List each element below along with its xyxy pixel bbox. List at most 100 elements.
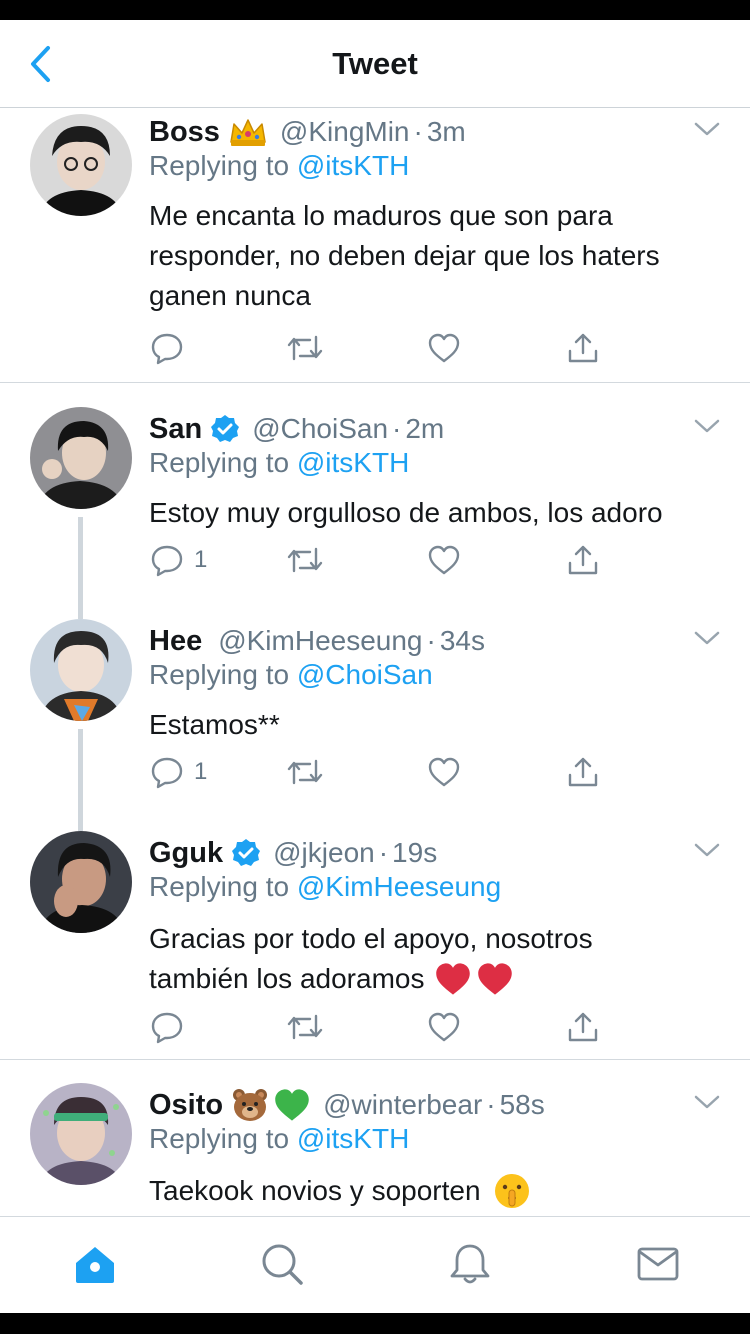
handle[interactable]: @ChoiSan — [252, 413, 388, 445]
bear-heart-emoji — [231, 1087, 311, 1123]
chevron-down-icon — [694, 631, 720, 645]
separator: · — [413, 116, 423, 147]
avatar[interactable] — [30, 407, 132, 509]
display-name[interactable]: San — [149, 413, 202, 446]
separator: · — [392, 413, 402, 444]
handle[interactable]: @KingMin — [280, 116, 410, 148]
tab-home[interactable] — [70, 1239, 120, 1289]
home-indicator-bar — [0, 1313, 750, 1334]
bell-icon — [450, 1244, 490, 1284]
replying-to-link[interactable]: @itsKTH — [297, 447, 409, 478]
header: Tweet — [0, 20, 750, 108]
verified-badge — [231, 838, 261, 868]
share-button[interactable] — [566, 1007, 600, 1047]
reply-icon — [151, 757, 183, 789]
tweet[interactable]: Gguk @jkjeon · 19s Replying to @KimHeese… — [0, 819, 750, 1060]
tweet[interactable]: Boss @KingMin · 3m Replying to @itsKTH M… — [0, 108, 750, 383]
like-button[interactable] — [427, 752, 461, 792]
reply-button[interactable]: 1 — [150, 540, 207, 580]
reply-button[interactable] — [150, 1007, 194, 1047]
share-button[interactable] — [566, 328, 600, 368]
tab-messages[interactable] — [633, 1239, 683, 1289]
retweet-icon — [287, 759, 323, 785]
chevron-down-icon — [694, 843, 720, 857]
tweet-text: Taekook novios y soporten — [149, 1171, 719, 1211]
avatar[interactable] — [30, 1083, 132, 1185]
verified-icon — [232, 839, 261, 866]
thread-line — [78, 607, 83, 619]
display-name[interactable]: Osito — [149, 1089, 223, 1122]
retweet-icon — [287, 335, 323, 361]
status-bar — [0, 0, 750, 20]
replying-to: Replying to @ChoiSan — [149, 659, 433, 690]
avatar[interactable] — [30, 619, 132, 721]
separator: · — [378, 837, 389, 868]
chevron-down-icon — [694, 419, 720, 433]
reply-count: 1 — [194, 546, 208, 573]
reply-icon — [151, 545, 183, 577]
tweet-header: Gguk @jkjeon · 19s — [149, 833, 690, 873]
thread-line — [78, 517, 83, 617]
like-button[interactable] — [427, 1007, 461, 1047]
replying-to-link[interactable]: @itsKTH — [297, 1123, 409, 1154]
replying-to: Replying to @itsKTH — [149, 1123, 410, 1154]
avatar[interactable] — [30, 114, 132, 216]
handle[interactable]: @KimHeeseung — [218, 625, 422, 657]
tab-search[interactable] — [257, 1239, 307, 1289]
tweet-actions — [150, 1007, 610, 1047]
timestamp: 34s — [439, 625, 485, 656]
retweet-button[interactable] — [286, 752, 324, 792]
tweet-menu-button[interactable] — [692, 116, 722, 140]
share-button[interactable] — [566, 752, 600, 792]
reply-icon — [151, 333, 183, 365]
tweet-menu-button[interactable] — [692, 413, 722, 437]
tweet-actions: 1 — [150, 752, 610, 792]
replying-to: Replying to @itsKTH — [149, 447, 410, 478]
tweet-menu-button[interactable] — [692, 1089, 722, 1113]
tweet-header: Hee @KimHeeseung · 34s — [149, 621, 690, 661]
tweet[interactable]: San @ChoiSan · 2m Replying to @itsKTH Es… — [0, 405, 750, 617]
like-button[interactable] — [427, 540, 461, 580]
replying-to-link[interactable]: @ChoiSan — [297, 659, 433, 690]
reply-count: 1 — [194, 758, 208, 785]
retweet-button[interactable] — [286, 540, 324, 580]
replying-to-link[interactable]: @itsKTH — [297, 150, 409, 181]
share-icon — [568, 757, 598, 787]
tweet-text: Me encanta lo maduros que son para respo… — [149, 200, 660, 311]
tweet-menu-button[interactable] — [692, 837, 722, 861]
chevron-down-icon — [694, 1095, 720, 1109]
share-button[interactable] — [566, 540, 600, 580]
tweet[interactable]: Hee @KimHeeseung · 34s Replying to @Choi… — [0, 607, 750, 829]
replying-to-link[interactable]: @KimHeeseung — [297, 871, 501, 902]
shushing-face-emoji — [493, 1172, 531, 1210]
retweet-icon — [287, 1014, 323, 1040]
display-name[interactable]: Gguk — [149, 837, 223, 870]
share-icon — [568, 333, 598, 363]
tweet[interactable]: Osito @winterbear · 58s Replying to @its… — [0, 1081, 750, 1216]
share-icon — [568, 1012, 598, 1042]
tweet-menu-button[interactable] — [692, 625, 722, 649]
like-button[interactable] — [427, 328, 461, 368]
crown-emoji — [228, 116, 268, 148]
retweet-button[interactable] — [286, 1007, 324, 1047]
display-name[interactable]: Hee — [149, 625, 202, 658]
handle[interactable]: @winterbear — [323, 1089, 482, 1121]
timeline: Boss @KingMin · 3m Replying to @itsKTH M… — [0, 108, 750, 1216]
reply-button[interactable] — [150, 328, 194, 368]
mail-icon — [637, 1247, 679, 1281]
heart-icon — [428, 333, 460, 363]
avatar[interactable] — [30, 831, 132, 933]
handle[interactable]: @jkjeon — [273, 837, 375, 869]
retweet-button[interactable] — [286, 328, 324, 368]
tab-notifications[interactable] — [445, 1239, 495, 1289]
tab-bar — [0, 1216, 750, 1313]
timestamp: 3m — [426, 116, 466, 147]
display-name[interactable]: Boss — [149, 116, 220, 149]
tweet-text: Estamos** — [149, 709, 280, 740]
search-icon — [262, 1244, 303, 1285]
share-icon — [568, 545, 598, 575]
reply-button[interactable]: 1 — [150, 752, 207, 792]
thread-line — [78, 819, 83, 831]
reply-icon — [151, 1012, 183, 1044]
separator: · — [486, 1089, 496, 1120]
